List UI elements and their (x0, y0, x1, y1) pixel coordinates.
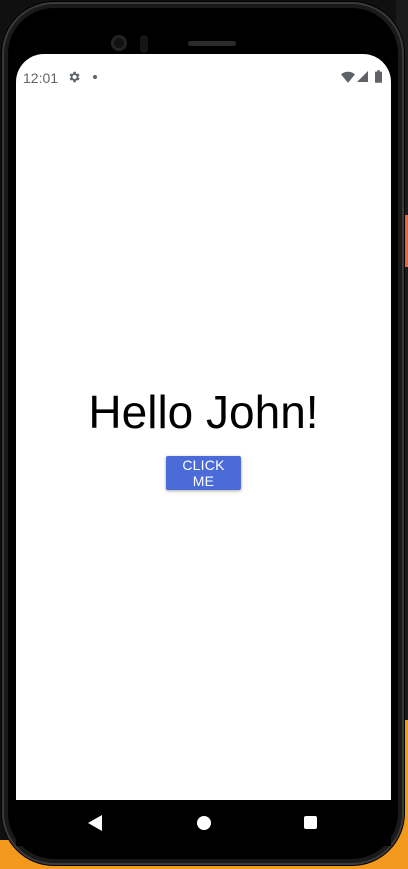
proximity-sensor (140, 35, 148, 53)
signal-icon (357, 71, 368, 82)
status-time: 12:01 (23, 70, 59, 86)
earpiece-speaker (188, 41, 236, 46)
back-icon[interactable] (88, 815, 102, 831)
gear-icon (69, 71, 80, 83)
wifi-icon (341, 71, 355, 83)
app-screen: 12:01 Hello John! CLICK ME (16, 54, 391, 844)
notification-dot-icon (93, 75, 97, 79)
greeting-text: Hello John! (88, 386, 319, 438)
home-icon[interactable] (197, 816, 211, 830)
status-bar: 12:01 (16, 54, 391, 100)
click-me-button[interactable]: CLICK ME (166, 456, 241, 490)
front-camera-icon (111, 35, 127, 51)
battery-icon (375, 70, 382, 83)
recents-icon[interactable] (304, 816, 317, 829)
navigation-bar (16, 800, 391, 846)
